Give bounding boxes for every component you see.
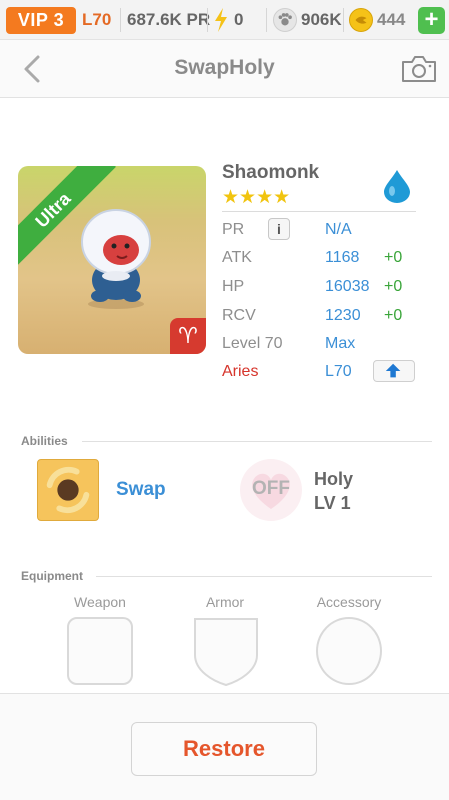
divider <box>82 441 432 442</box>
awaken-state: OFF <box>252 478 290 499</box>
player-level: L70 <box>82 10 112 29</box>
equip-label-armor: Armor <box>205 594 245 610</box>
stat-bonus-atk: +0 <box>384 249 403 266</box>
camera-button[interactable] <box>400 54 438 84</box>
add-currency-button[interactable]: + <box>418 7 445 34</box>
restore-button[interactable]: Restore <box>131 722 317 776</box>
section-title-abilities: Abilities <box>21 434 68 448</box>
accessory-slot[interactable] <box>316 617 382 685</box>
star-rating: ★★★★ <box>222 187 291 208</box>
lightning-icon <box>215 8 227 32</box>
divider <box>266 8 267 32</box>
equip-label-weapon: Weapon <box>74 594 126 610</box>
section-title-equipment: Equipment <box>21 569 83 583</box>
stat-value-level: Max <box>325 335 356 352</box>
stat-value-rcv: 1230 <box>325 307 361 324</box>
player-pr: 687.6K PR <box>127 10 211 29</box>
stat-label-hp: HP <box>222 278 245 295</box>
page-title: SwapHoly <box>174 56 275 79</box>
energy-count: 0 <box>234 10 244 29</box>
stat-label-pr: PR <box>222 221 245 238</box>
stat-bonus-hp: +0 <box>384 278 403 295</box>
info-button[interactable]: i <box>268 218 290 240</box>
paw-icon <box>273 8 297 32</box>
skill-name[interactable]: Swap <box>116 479 166 501</box>
divider <box>120 8 121 32</box>
stat-bonus-rcv: +0 <box>384 307 403 324</box>
vip-badge[interactable]: VIP 3 <box>6 7 76 34</box>
zodiac-badge: ♈ <box>170 318 206 354</box>
divider <box>207 8 208 32</box>
monster-image <box>81 209 151 309</box>
equip-label-accessory: Accessory <box>316 594 382 610</box>
armor-slot[interactable] <box>191 615 261 687</box>
awaken-level: LV 1 <box>314 493 351 513</box>
coin-icon <box>349 8 373 32</box>
page-header: SwapHoly <box>0 40 449 98</box>
monster-name: Shaomonk <box>222 162 320 183</box>
monster-portrait[interactable]: Ultra ♈ <box>18 166 206 354</box>
upgrade-button[interactable] <box>373 360 415 382</box>
arrow-up-icon <box>385 363 401 378</box>
paw-count: 906K <box>301 10 342 29</box>
coin-count: 444 <box>377 10 406 29</box>
stat-value-zodiac: L70 <box>325 363 352 380</box>
stat-value-pr: N/A <box>325 221 352 238</box>
stat-label-atk: ATK <box>222 249 252 266</box>
skill-icon[interactable] <box>37 459 99 521</box>
stat-value-hp: 16038 <box>325 278 370 295</box>
stat-label-rcv: RCV <box>222 307 256 324</box>
divider <box>222 211 416 212</box>
swap-icon <box>46 466 90 514</box>
weapon-slot[interactable] <box>67 617 133 685</box>
awaken-name: Holy <box>314 469 354 489</box>
status-bar: VIP 3 L70 687.6K PR 0 906K 444 + <box>0 0 449 40</box>
divider <box>343 8 344 32</box>
stat-value-atk: 1168 <box>325 249 360 266</box>
divider <box>96 576 432 577</box>
water-drop-icon <box>384 170 410 203</box>
stat-label-level: Level 70 <box>222 335 283 352</box>
stat-label-zodiac: Aries <box>222 363 259 380</box>
